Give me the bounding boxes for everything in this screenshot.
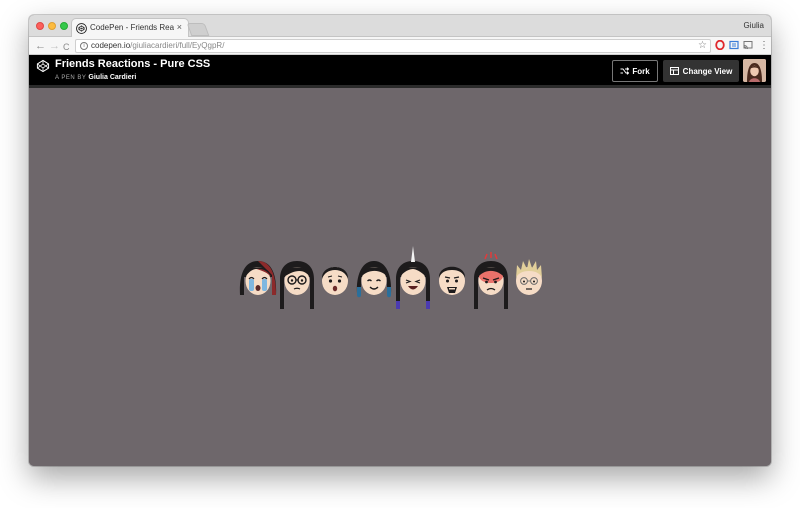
browser-tab[interactable]: CodePen - Friends Reactions × bbox=[71, 18, 189, 38]
user-avatar[interactable] bbox=[743, 59, 766, 82]
profile-name[interactable]: Giulia bbox=[744, 21, 764, 30]
forward-icon[interactable]: → bbox=[49, 38, 60, 54]
codepen-header: Friends Reactions - Pure CSS A PEN BY Gi… bbox=[29, 55, 771, 88]
minimize-window-button[interactable] bbox=[48, 22, 56, 30]
tab-title: CodePen - Friends Reactions bbox=[90, 23, 174, 32]
back-icon[interactable]: ← bbox=[35, 38, 46, 54]
codepen-logo-icon[interactable] bbox=[36, 59, 50, 73]
info-icon[interactable]: i bbox=[80, 42, 88, 50]
url-text: codepen.io/giuliacardieri/full/EyQgpR/ bbox=[91, 41, 225, 50]
tab-bar: CodePen - Friends Reactions × Giulia bbox=[29, 15, 771, 38]
pen-preview bbox=[29, 91, 771, 466]
face-angry bbox=[474, 252, 508, 309]
reader-extension-icon[interactable] bbox=[729, 40, 739, 50]
bookmark-star-icon[interactable]: ☆ bbox=[698, 40, 707, 51]
browser-toolbar: ← → C i codepen.io/giuliacardieri/full/E… bbox=[29, 37, 771, 55]
pen-author-link[interactable]: Giulia Cardieri bbox=[88, 74, 136, 81]
fork-label: Fork bbox=[632, 66, 650, 76]
fork-icon bbox=[620, 67, 630, 75]
maximize-window-button[interactable] bbox=[60, 22, 68, 30]
face-blonde-spiky bbox=[516, 259, 542, 295]
face-crying bbox=[239, 261, 277, 295]
browser-window: CodePen - Friends Reactions × Giulia ← →… bbox=[29, 15, 771, 466]
pen-title: Friends Reactions - Pure CSS bbox=[55, 58, 211, 70]
face-smile bbox=[356, 261, 392, 298]
close-window-button[interactable] bbox=[36, 22, 44, 30]
change-view-button[interactable]: Change View bbox=[663, 60, 739, 82]
layout-icon bbox=[669, 67, 679, 75]
cast-icon[interactable] bbox=[743, 40, 753, 50]
friends-faces bbox=[239, 246, 542, 309]
reload-icon[interactable]: C bbox=[63, 39, 70, 55]
face-unicorn-laugh bbox=[396, 246, 430, 309]
change-view-label: Change View bbox=[682, 66, 733, 76]
pen-byline: A PEN BY Giulia Cardieri bbox=[55, 74, 137, 81]
menu-icon[interactable]: ⋮ bbox=[759, 38, 769, 54]
new-tab-button[interactable] bbox=[186, 23, 210, 36]
opera-extension-icon[interactable] bbox=[715, 40, 725, 50]
address-bar[interactable]: i codepen.io/giuliacardieri/full/EyQgpR/… bbox=[75, 39, 711, 53]
face-glasses bbox=[280, 261, 314, 309]
face-surprised bbox=[321, 267, 349, 295]
fork-button[interactable]: Fork bbox=[612, 60, 658, 82]
avatar-photo bbox=[743, 59, 766, 82]
codepen-favicon-icon bbox=[76, 23, 87, 34]
tab-close-icon[interactable]: × bbox=[177, 22, 182, 32]
face-goatee bbox=[438, 266, 466, 295]
